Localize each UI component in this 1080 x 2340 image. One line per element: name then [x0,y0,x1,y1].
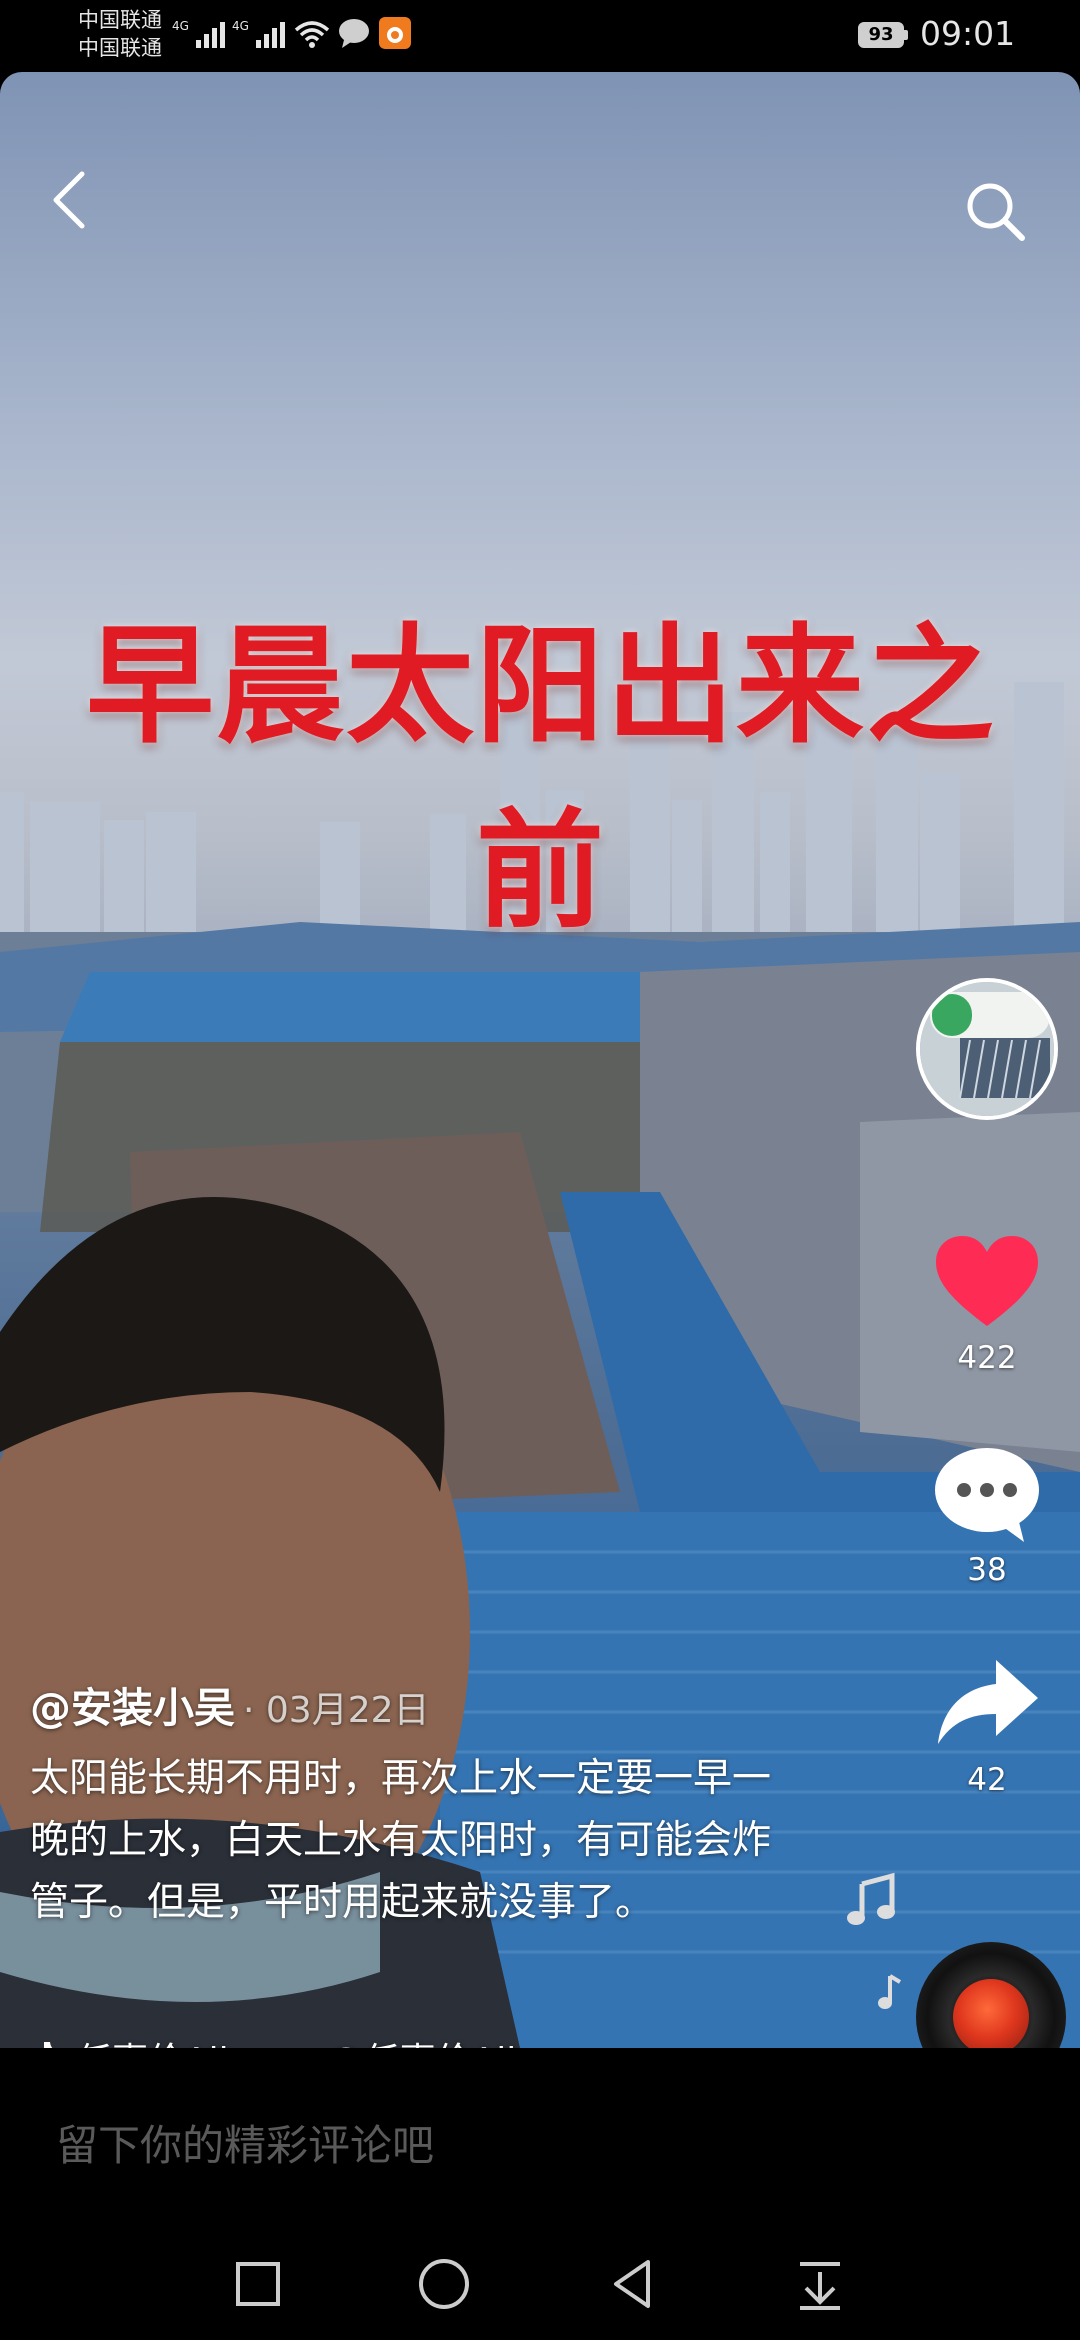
carrier-label-1: 中国联通 [78,8,162,32]
svg-text:4G: 4G [172,19,189,33]
battery-tip [904,30,908,40]
like-count: 422 [957,1340,1017,1376]
circle-icon[interactable] [414,2254,474,2314]
avatar-image [920,982,1054,1116]
clock: 09:01 [920,14,1016,53]
post-date: · 03月22日 [243,1690,430,1731]
music-author: @任嘉伦Allen [328,2032,562,2048]
like-button[interactable]: 422 [916,1232,1058,1376]
triangle-back-icon[interactable] [604,2254,664,2314]
comment-count: 38 [967,1552,1007,1588]
wifi-icon [294,21,330,48]
music-cover-image [953,1979,1029,2048]
author-avatar[interactable] [916,978,1058,1120]
share-count: 42 [967,1762,1007,1798]
status-bar: 中国联通 中国联通 4G 4G 93 09:01 [0,0,1080,72]
post-caption: 太阳能长期不用时，再次上水一定要一早一晚的上水，白天上水有太阳时，有可能会炸管子… [30,1756,772,1925]
battery-indicator: 93 [858,22,910,50]
comment-bubble-icon [935,1448,1039,1542]
post-meta: @安装小吴 · 03月22日 [30,1674,430,1734]
pull-down-icon[interactable] [790,2254,850,2314]
battery-level: 93 [858,22,904,48]
comment-button[interactable]: 38 [916,1444,1058,1588]
author-name[interactable]: @安装小吴 [30,1684,235,1732]
music-title: 任嘉伦Allen [76,2032,274,2048]
comment-input[interactable]: 留下你的精彩评论吧 [56,2112,434,2173]
uc-browser-icon [379,17,411,49]
signal-4g-icon: 4G [172,19,225,48]
video-overlay-title: 早晨太阳出来之前 [85,612,996,946]
heart-icon [936,1236,1038,1326]
back-arrow-icon[interactable] [46,168,94,232]
carrier-label-2: 中国联通 [78,36,162,60]
search-icon[interactable] [960,176,1032,248]
share-arrow-icon [938,1660,1038,1744]
music-note-small-icon [878,1974,902,2009]
share-button[interactable]: 42 [916,1654,1058,1798]
tiktok-logo-icon [44,2042,53,2048]
system-nav-bar [0,2200,1080,2340]
message-icon [339,19,369,48]
carrier-info: 中国联通 中国联通 [78,6,162,62]
video-player[interactable]: 早晨太阳出来之前 422 38 42 @安装小吴 · 03月22日 太阳能长期不… [0,72,1080,2048]
music-note-icon [847,1872,895,1925]
svg-text:4G: 4G [232,19,249,33]
music-info[interactable]: 任嘉伦Allen @任嘉伦Allen [30,2030,570,2048]
square-icon[interactable] [228,2254,288,2314]
signal-4g-icon-2: 4G [232,19,285,48]
